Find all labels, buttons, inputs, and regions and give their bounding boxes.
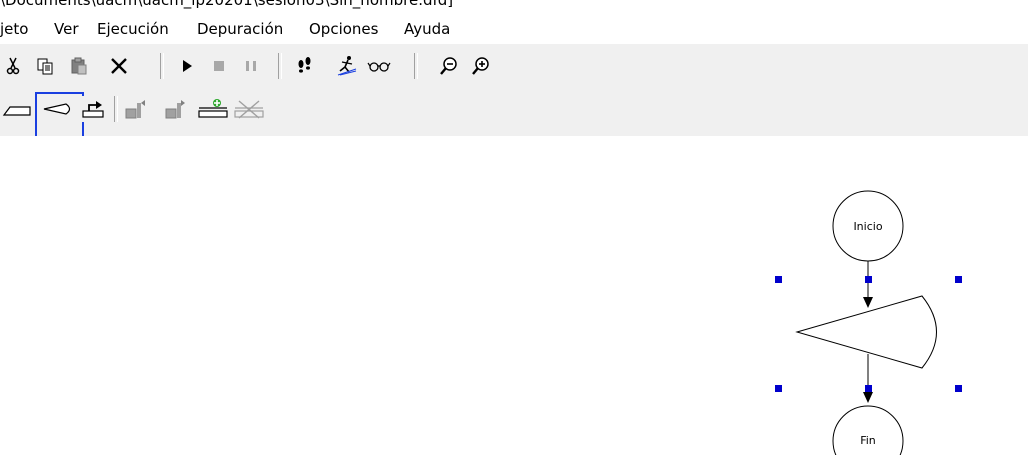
- arrow-head: [863, 297, 873, 308]
- subprogram-left-button[interactable]: [122, 96, 152, 122]
- flowchart: Inicio Fin: [775, 190, 962, 459]
- runner-icon: [337, 56, 357, 76]
- cut-button[interactable]: [0, 53, 26, 79]
- scissors-icon: [6, 57, 20, 75]
- delete-button[interactable]: [106, 53, 132, 79]
- selection-handle[interactable]: [775, 385, 782, 392]
- zoom-out-button[interactable]: [436, 53, 462, 79]
- selection-handle[interactable]: [955, 385, 962, 392]
- selection-handle[interactable]: [865, 276, 872, 283]
- decision-node[interactable]: [795, 295, 937, 369]
- watch-button[interactable]: [366, 53, 392, 79]
- run-button[interactable]: [174, 53, 200, 79]
- menu-opciones[interactable]: Opciones: [309, 20, 378, 38]
- zoom-in-button[interactable]: [468, 53, 494, 79]
- toolbar-separator: [414, 53, 418, 79]
- menu-bar: jeto Ver Ejecución Depuración Opciones A…: [0, 18, 1028, 44]
- subprogram-left-icon: [125, 100, 145, 119]
- output-shape-icon: [82, 101, 104, 118]
- menu-ayuda[interactable]: Ayuda: [404, 20, 450, 38]
- run-to-cursor-button[interactable]: [334, 53, 360, 79]
- menu-depuracion[interactable]: Depuración: [197, 20, 283, 38]
- zoom-in-icon: [472, 57, 489, 75]
- menu-ver[interactable]: Ver: [54, 20, 79, 38]
- read-shape-icon: [2, 106, 31, 116]
- start-node-label: Inicio: [853, 220, 882, 233]
- window-title: \Documents\uacm\uacm_ip20201\sesion03\Si…: [0, 0, 454, 9]
- selection-handle[interactable]: [955, 276, 962, 283]
- copy-button[interactable]: [32, 53, 58, 79]
- diagram-canvas[interactable]: Inicio Fin: [0, 136, 1028, 459]
- subprogram-right-button[interactable]: [162, 96, 192, 122]
- selection-handle[interactable]: [865, 385, 872, 392]
- delete-x-icon: [111, 58, 127, 74]
- copy-icon: [37, 58, 53, 75]
- subprogram-right-icon: [165, 100, 185, 119]
- remove-subprogram-icon: [234, 100, 264, 119]
- toolbar-separator: [278, 53, 282, 79]
- pause-button[interactable]: [238, 53, 264, 79]
- read-shape-button[interactable]: [0, 96, 34, 122]
- arrow-head: [863, 392, 873, 403]
- glasses-icon: [367, 62, 391, 72]
- toolbar-separator: [160, 53, 164, 79]
- paste-button[interactable]: [66, 53, 92, 79]
- step-button[interactable]: [292, 53, 318, 79]
- menu-ejecucion[interactable]: Ejecución: [97, 20, 169, 38]
- selection-handle[interactable]: [775, 276, 782, 283]
- footsteps-icon: [298, 57, 311, 73]
- zoom-out-icon: [440, 57, 457, 75]
- play-icon: [183, 60, 192, 72]
- stop-icon: [214, 61, 224, 71]
- remove-subprogram-button[interactable]: [232, 96, 266, 122]
- end-node[interactable]: [832, 405, 904, 459]
- toolbar-area: [0, 44, 1028, 139]
- selected-tool-highlight: [35, 92, 84, 139]
- add-subprogram-button[interactable]: [196, 96, 230, 122]
- paste-icon: [71, 57, 87, 75]
- menu-objeto[interactable]: jeto: [0, 20, 28, 38]
- pause-icon: [246, 61, 256, 71]
- toolbar-separator: [114, 96, 118, 122]
- output-shape-button[interactable]: [80, 96, 108, 122]
- stop-button[interactable]: [206, 53, 232, 79]
- add-subprogram-icon: [198, 99, 228, 118]
- end-node-label: Fin: [860, 434, 876, 447]
